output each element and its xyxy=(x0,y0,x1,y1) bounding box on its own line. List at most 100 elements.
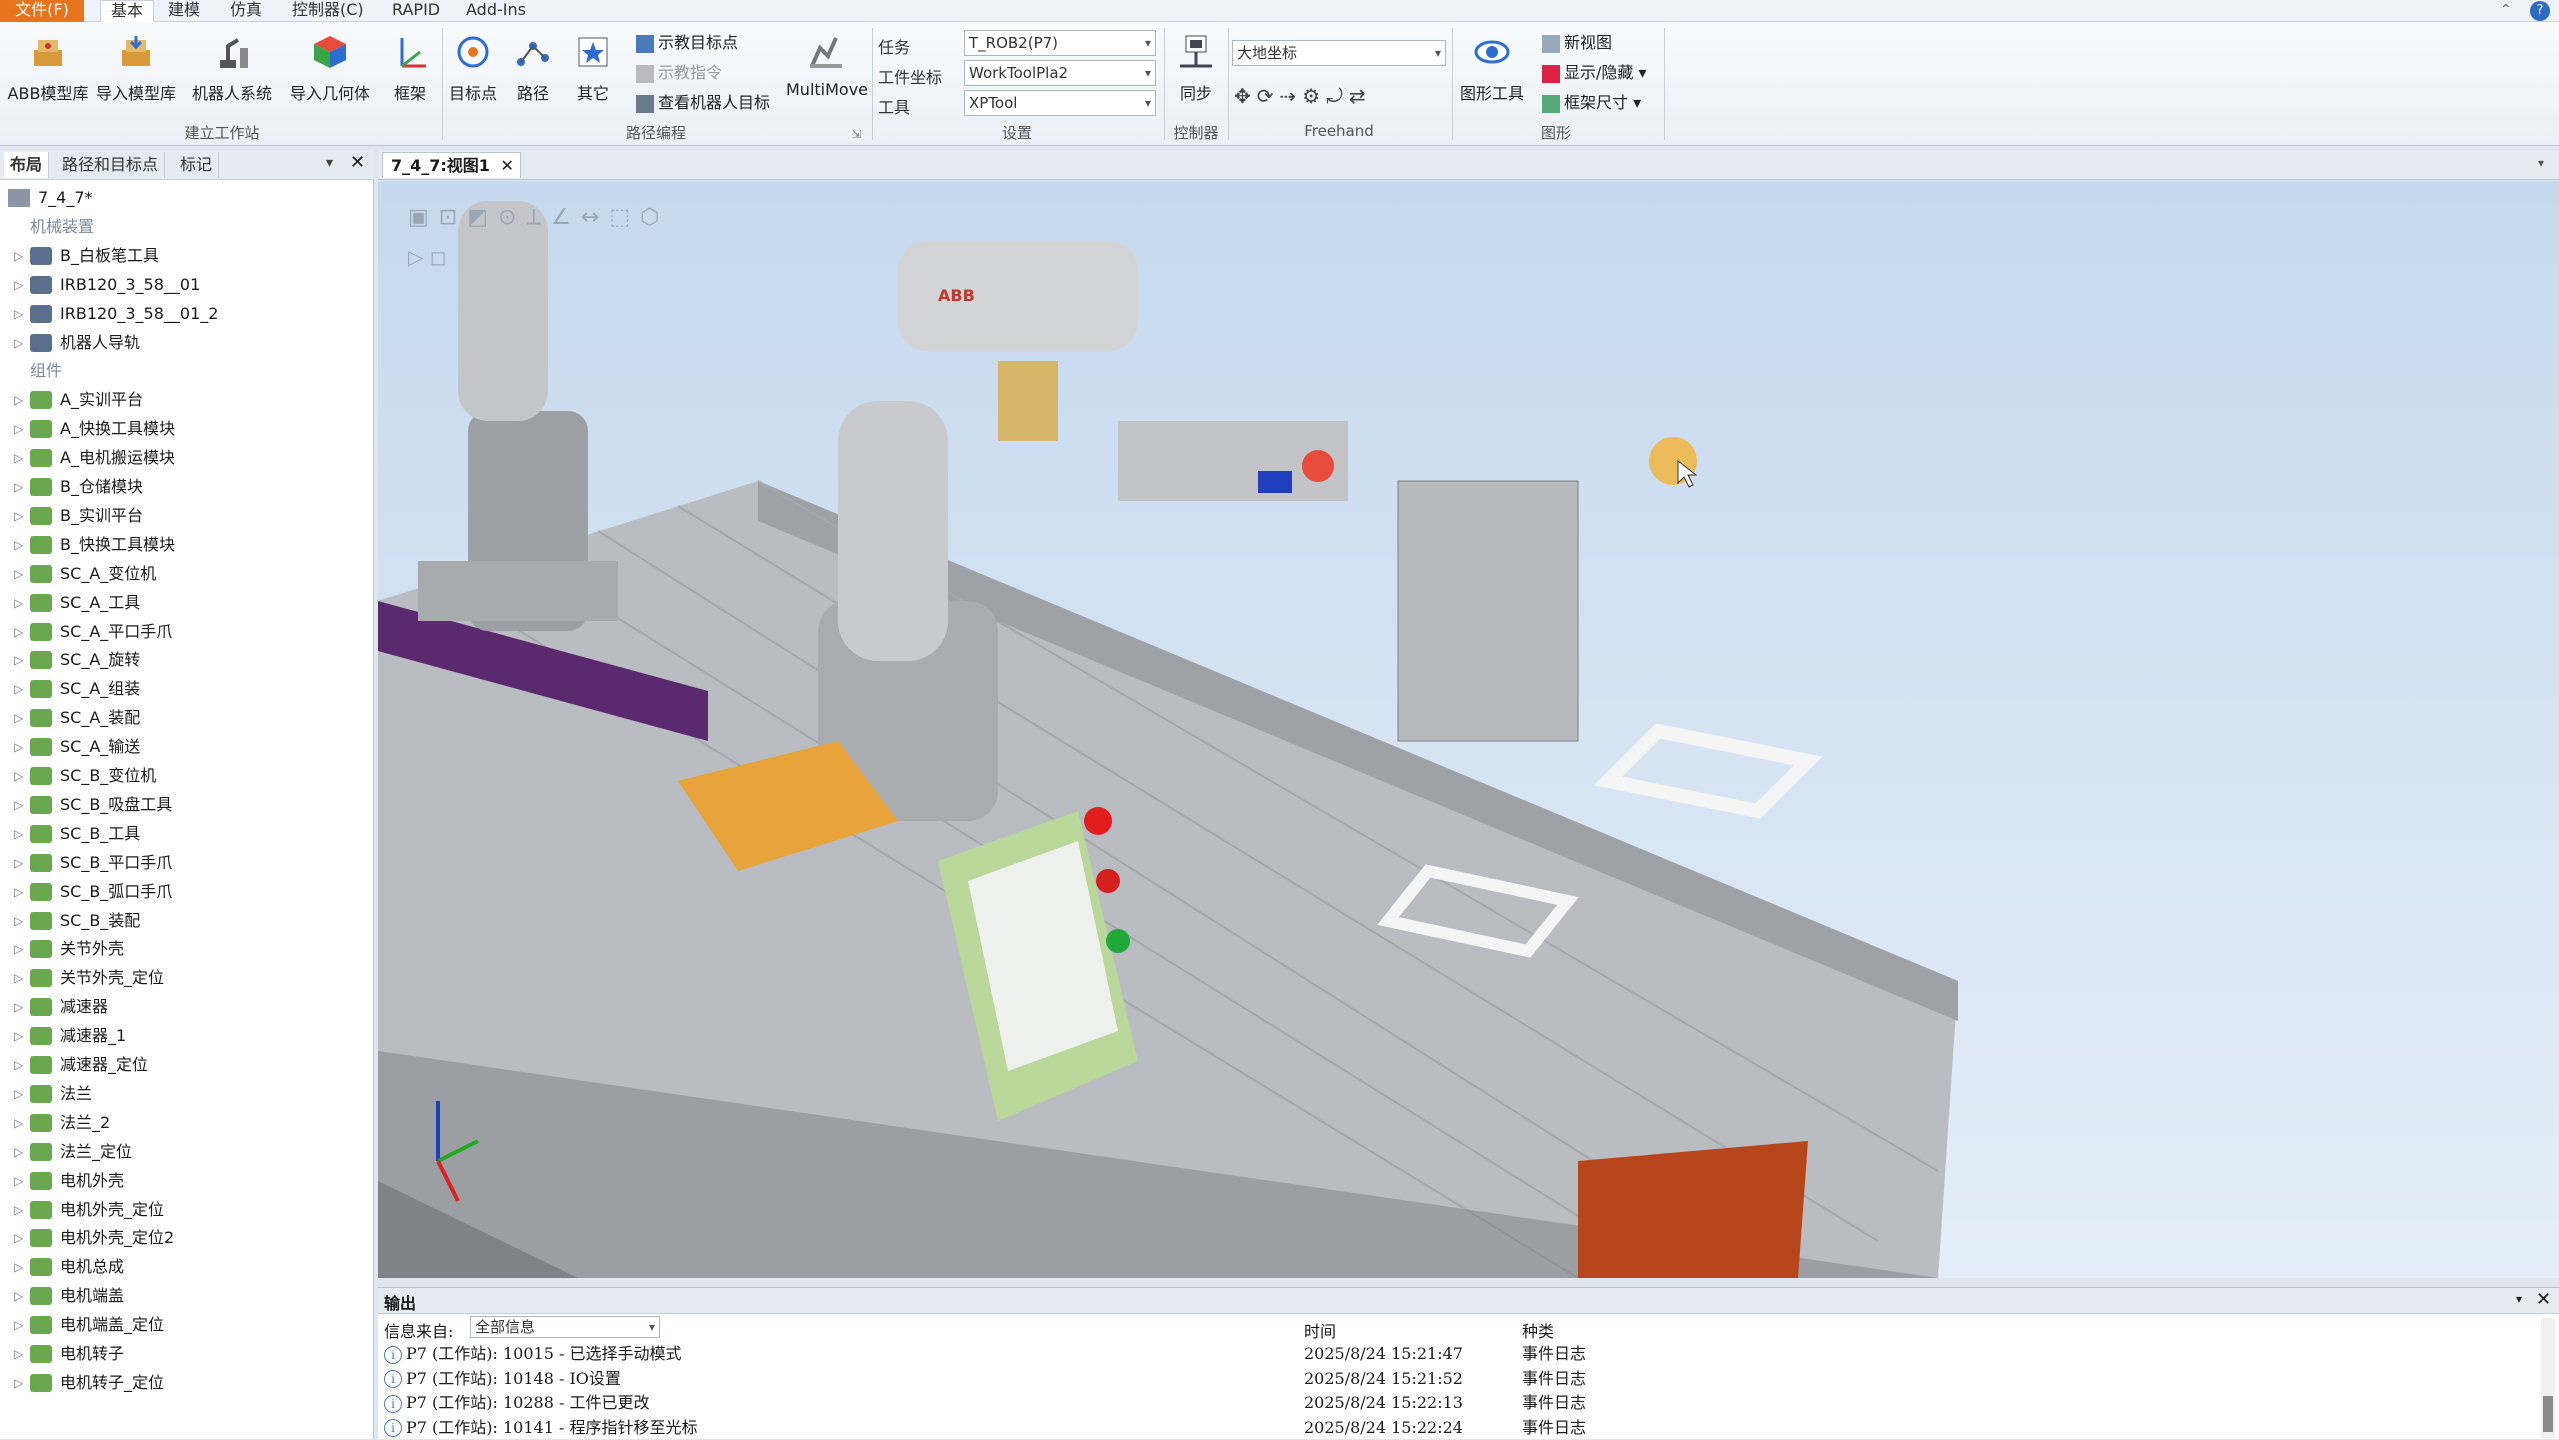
tree-item-mechanism[interactable]: ▷ 机器人导轨 xyxy=(0,329,374,357)
tree-item-component[interactable]: ▷ B_实训平台 xyxy=(0,502,374,530)
tree-item-component[interactable]: ▷ SC_B_平口手爪 xyxy=(0,849,374,877)
rotate-icon[interactable]: ⟳ xyxy=(1257,84,1280,108)
tab-tags[interactable]: 标记 xyxy=(174,152,220,178)
tree-item-component[interactable]: ▷ SC_A_平口手爪 xyxy=(0,618,374,646)
multi-robot-jog-icon[interactable]: ⇄ xyxy=(1349,84,1372,108)
frame-size-button[interactable]: 框架尺寸 ▾ xyxy=(1542,90,1641,116)
tree-item-component[interactable]: ▷ A_实训平台 xyxy=(0,386,374,414)
expand-arrow-icon[interactable]: ▷ xyxy=(14,907,23,935)
log-row[interactable]: i P7 (工作站): 10015 - 已选择手动模式 2025/8/24 15:2… xyxy=(378,1342,2538,1366)
other-button[interactable]: 其它 xyxy=(566,28,620,120)
tree-item-component[interactable]: ▷ SC_A_变位机 xyxy=(0,560,374,588)
tab-layout[interactable]: 布局 xyxy=(4,152,50,178)
snap-center-icon[interactable]: ⊙ xyxy=(498,205,526,230)
tree-item-component[interactable]: ▷ 电机外壳_定位 xyxy=(0,1196,374,1224)
robot-system-button[interactable]: 机器人系统 xyxy=(186,28,278,120)
measure-distance-icon[interactable]: ↔ xyxy=(581,205,609,230)
tree-item-component[interactable]: ▷ 法兰_2 xyxy=(0,1109,374,1137)
tree-item-mechanism[interactable]: ▷ IRB120_3_58__01_2 xyxy=(0,300,374,328)
tree-item-component[interactable]: ▷ 电机端盖 xyxy=(0,1282,374,1310)
tree-item-component[interactable]: ▷ A_电机搬运模块 xyxy=(0,444,374,472)
expand-arrow-icon[interactable]: ▷ xyxy=(14,1080,23,1108)
menu-rapid[interactable]: RAPID xyxy=(382,0,450,22)
expand-arrow-icon[interactable]: ▷ xyxy=(14,964,23,992)
expand-arrow-icon[interactable]: ▷ xyxy=(14,993,23,1021)
teach-target-button[interactable]: 示教目标点 xyxy=(636,30,738,56)
tree-item-component[interactable]: ▷ SC_B_弧口手爪 xyxy=(0,878,374,906)
log-row[interactable]: i P7 (工作站): 10148 - IO设置 2025/8/24 15:21:5… xyxy=(378,1367,2538,1391)
tab-paths-targets[interactable]: 路径和目标点 xyxy=(56,152,166,178)
new-view-button[interactable]: 新视图 xyxy=(1542,30,1612,56)
tree-item-component[interactable]: ▷ 法兰_定位 xyxy=(0,1138,374,1166)
jog-joint-icon[interactable]: ⚙ xyxy=(1302,84,1326,108)
expand-arrow-icon[interactable]: ▷ xyxy=(14,733,23,761)
collapse-ribbon-icon[interactable]: ⌃ xyxy=(2500,2,2512,18)
tree-item-component[interactable]: ▷ SC_A_旋转 xyxy=(0,646,374,674)
tree-item-component[interactable]: ▷ SC_A_工具 xyxy=(0,589,374,617)
sync-button[interactable]: 同步 xyxy=(1168,28,1224,120)
tree-item-component[interactable]: ▷ 电机端盖_定位 xyxy=(0,1311,374,1339)
expand-arrow-icon[interactable]: ▷ xyxy=(14,618,23,646)
select-part-icon[interactable]: ⬚ xyxy=(609,205,640,230)
measure-point-icon[interactable]: ⟂ xyxy=(526,205,551,230)
tree-item-component[interactable]: ▷ 减速器_定位 xyxy=(0,1051,374,1079)
abb-library-button[interactable]: ABB模型库 xyxy=(6,28,90,120)
expand-arrow-icon[interactable]: ▷ xyxy=(14,242,23,270)
expand-arrow-icon[interactable]: ▷ xyxy=(14,935,23,963)
panel-dropdown-icon[interactable]: ▾ xyxy=(326,155,333,171)
target-button[interactable]: 目标点 xyxy=(446,28,500,120)
tree-item-mechanism[interactable]: ▷ IRB120_3_58__01 xyxy=(0,271,374,299)
tree-item-component[interactable]: ▷ SC_B_装配 xyxy=(0,907,374,935)
frame-button[interactable]: 框架 xyxy=(382,28,438,120)
output-dropdown-icon[interactable]: ▾ xyxy=(2516,1292,2522,1306)
path-button[interactable]: 路径 xyxy=(508,28,558,120)
import-library-button[interactable]: 导入模型库 xyxy=(92,28,180,120)
expand-arrow-icon[interactable]: ▷ xyxy=(14,1022,23,1050)
expand-arrow-icon[interactable]: ▷ xyxy=(14,589,23,617)
expand-arrow-icon[interactable]: ▷ xyxy=(14,1224,23,1252)
tree-item-component[interactable]: ▷ 减速器_1 xyxy=(0,1022,374,1050)
expand-arrow-icon[interactable]: ▷ xyxy=(14,1253,23,1281)
expand-arrow-icon[interactable]: ▷ xyxy=(14,849,23,877)
expand-arrow-icon[interactable]: ▷ xyxy=(14,1340,23,1368)
log-row[interactable]: i P7 (工作站): 10141 - 程序指针移至光标 2025/8/24 15:… xyxy=(378,1416,2538,1440)
select-body-icon[interactable]: ⬡ xyxy=(640,205,669,230)
expand-arrow-icon[interactable]: ▷ xyxy=(14,704,23,732)
view-center-icon[interactable]: ⊡ xyxy=(439,205,467,230)
expand-arrow-icon[interactable]: ▷ xyxy=(14,1282,23,1310)
measure-angle-icon[interactable]: ∠ xyxy=(551,205,581,230)
log-row[interactable]: i P7 (工作站): 10288 - 工件已更改 2025/8/24 15:22:… xyxy=(378,1391,2538,1415)
tree-item-component[interactable]: ▷ SC_B_变位机 xyxy=(0,762,374,790)
snap-object-icon[interactable]: ◩ xyxy=(467,205,498,230)
expand-arrow-icon[interactable]: ▷ xyxy=(14,762,23,790)
tree-item-component[interactable]: ▷ 电机转子_定位 xyxy=(0,1369,374,1397)
tree-item-component[interactable]: ▷ 电机外壳_定位2 xyxy=(0,1224,374,1252)
tree-item-component[interactable]: ▷ B_仓储模块 xyxy=(0,473,374,501)
multimove-button[interactable]: MultiMove xyxy=(786,28,868,120)
jog-reorient-icon[interactable]: ⤾ xyxy=(1326,84,1349,108)
expand-arrow-icon[interactable]: ▷ xyxy=(14,386,23,414)
col-time[interactable]: 时间 xyxy=(1304,1318,1336,1342)
menu-controller[interactable]: 控制器(C) xyxy=(282,0,374,22)
tree-item-component[interactable]: ▷ 减速器 xyxy=(0,993,374,1021)
tree-item-component[interactable]: ▷ 电机外壳 xyxy=(0,1167,374,1195)
import-geometry-button[interactable]: 导入几何体 xyxy=(284,28,376,120)
menu-addins[interactable]: Add-Ins xyxy=(456,0,536,22)
tree-item-component[interactable]: ▷ 电机转子 xyxy=(0,1340,374,1368)
source-select[interactable]: 全部信息 xyxy=(470,1316,660,1338)
expand-arrow-icon[interactable]: ▷ xyxy=(14,1311,23,1339)
view-robot-target-button[interactable]: 查看机器人目标 xyxy=(636,90,770,116)
tree-item-component[interactable]: ▷ B_快换工具模块 xyxy=(0,531,374,559)
tree-item-component[interactable]: ▷ SC_B_工具 xyxy=(0,820,374,848)
3d-viewport[interactable]: ABB ▣⊡◩⊙⟂∠↔⬚⬡ ▷ ◻ xyxy=(378,181,2559,1278)
expand-arrow-icon[interactable]: ▷ xyxy=(14,531,23,559)
menu-basic[interactable]: 基本 xyxy=(100,0,155,22)
panel-close-icon[interactable]: ✕ xyxy=(350,152,365,173)
expand-arrow-icon[interactable]: ▷ xyxy=(14,1196,23,1224)
tab-close-icon[interactable]: ✕ xyxy=(501,153,514,179)
tree-item-mechanism[interactable]: ▷ B_白板笔工具 xyxy=(0,242,374,270)
expand-arrow-icon[interactable]: ▷ xyxy=(14,820,23,848)
graphics-tools-button[interactable]: 图形工具 xyxy=(1456,28,1528,120)
tab-view1[interactable]: 7_4_7:视图1 ✕ xyxy=(382,152,521,178)
expand-arrow-icon[interactable]: ▷ xyxy=(14,1109,23,1137)
